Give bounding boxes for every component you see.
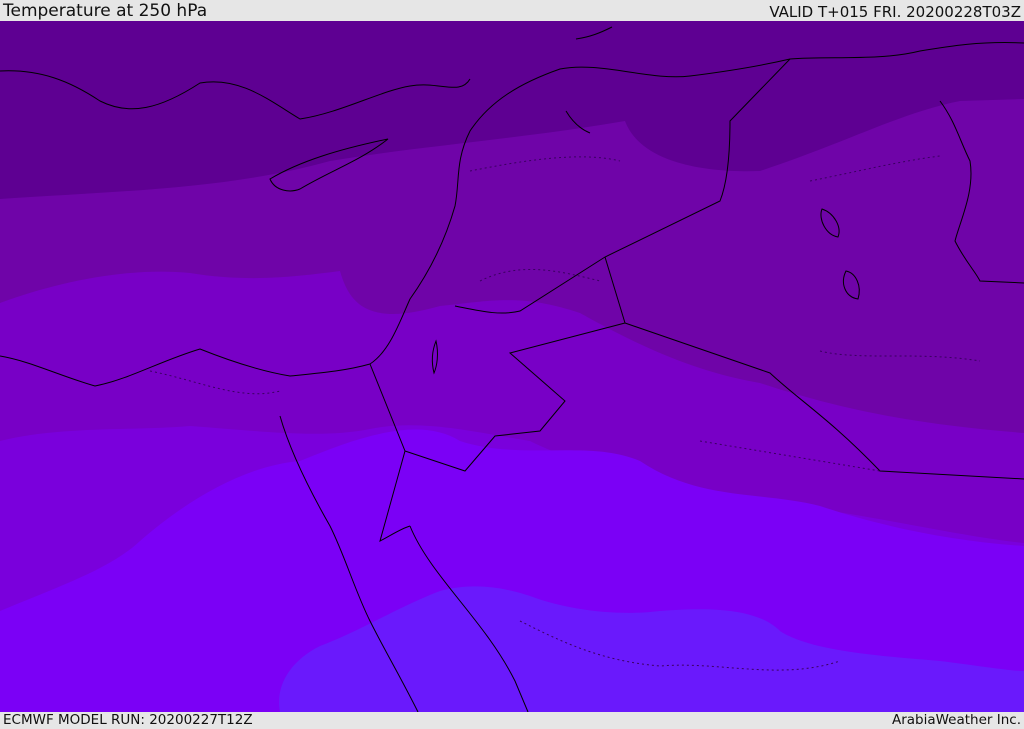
footer-bar: ECMWF MODEL RUN: 20200227T12Z ArabiaWeat… <box>0 712 1024 729</box>
brand-credit: ArabiaWeather Inc. <box>891 712 1021 728</box>
valid-time: VALID T+015 FRI. 20200228T03Z <box>769 3 1021 21</box>
header-bar: Temperature at 250 hPa VALID T+015 FRI. … <box>0 0 1024 21</box>
temperature-map[interactable] <box>0 21 1024 712</box>
model-run-label: ECMWF MODEL RUN: 20200227T12Z <box>3 712 253 728</box>
map-title: Temperature at 250 hPa <box>3 1 208 21</box>
